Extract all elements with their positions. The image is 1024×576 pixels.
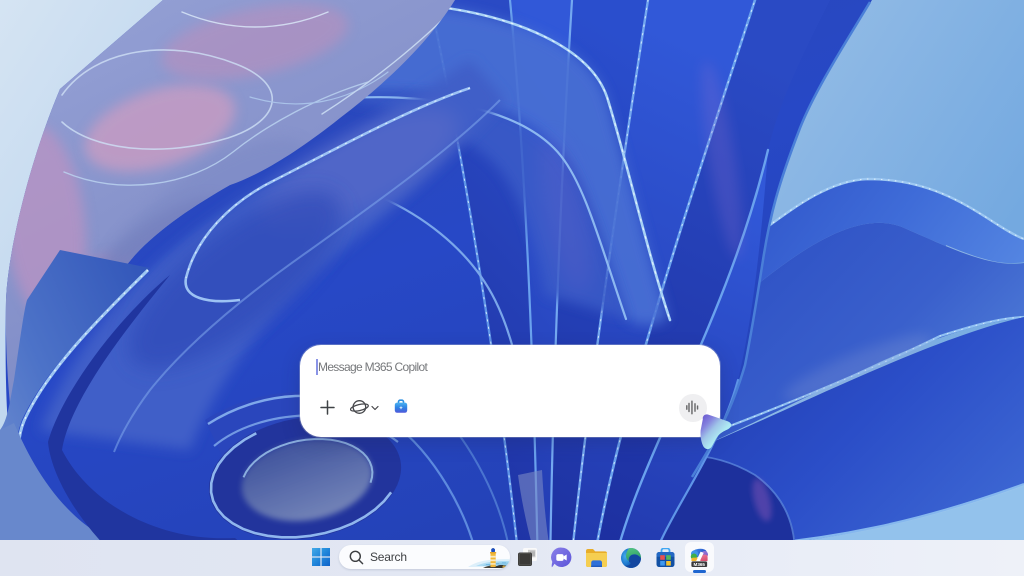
svg-text:M365: M365 [694, 562, 706, 567]
